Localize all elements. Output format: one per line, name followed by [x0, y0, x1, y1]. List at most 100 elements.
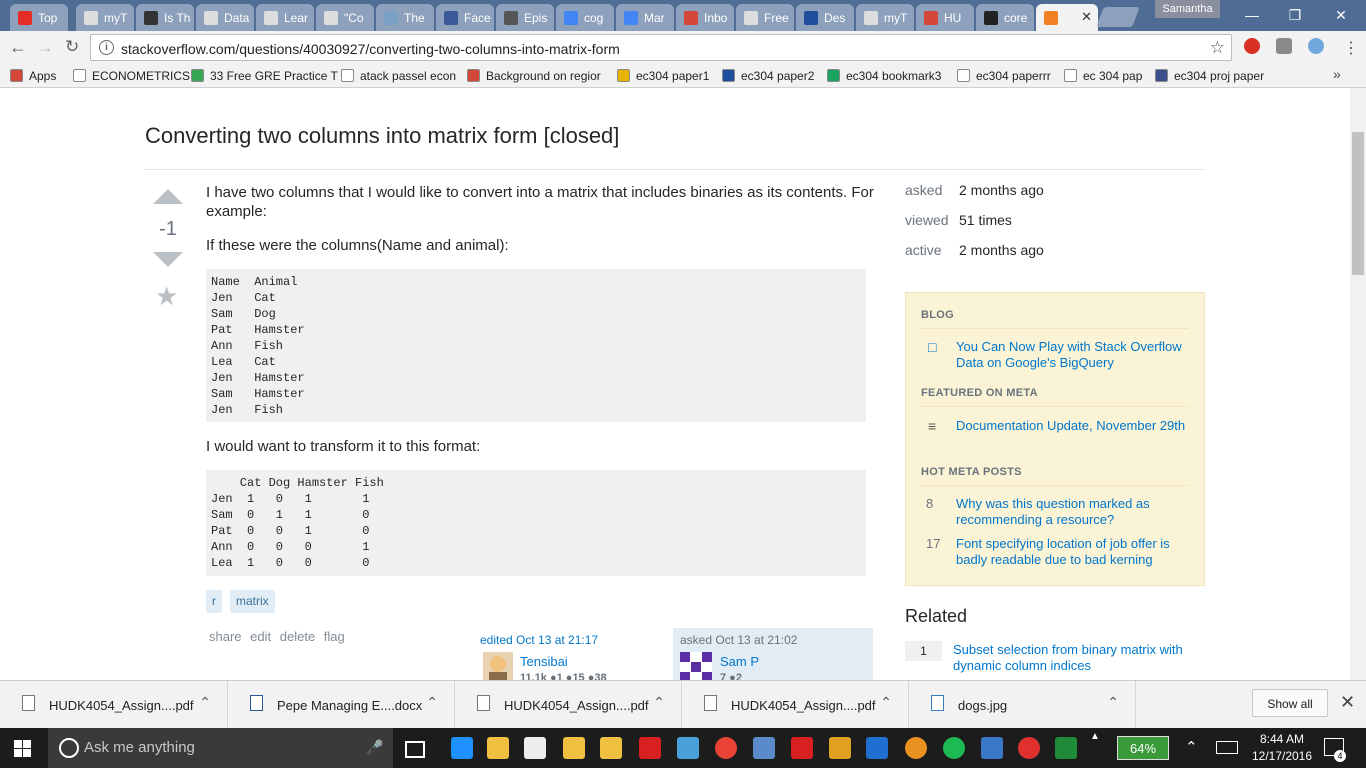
browser-tab[interactable]: Data — [196, 4, 254, 31]
share-link[interactable]: share — [209, 629, 242, 644]
browser-tab[interactable]: core — [976, 4, 1034, 31]
search-placeholder[interactable]: Ask me anything — [84, 739, 195, 756]
tray-overflow-icon[interactable]: ⌃ — [1185, 738, 1198, 756]
bookmark-item[interactable]: Apps — [10, 67, 56, 84]
browser-tab[interactable]: Face — [436, 4, 494, 31]
bookmark-item[interactable]: ECONOMETRICS — [73, 67, 190, 84]
browser-tab[interactable]: myT — [856, 4, 914, 31]
show-all-button[interactable]: Show all — [1252, 689, 1328, 717]
tag-r[interactable]: r — [206, 590, 222, 613]
scrollbar-thumb[interactable] — [1352, 132, 1364, 275]
profile-button[interactable]: Samantha — [1155, 0, 1220, 18]
maximize-button[interactable]: ❐ — [1272, 4, 1318, 26]
more-bookmarks-button[interactable]: » — [1333, 66, 1341, 82]
browser-tab[interactable]: cog — [556, 4, 614, 31]
app-icon[interactable] — [791, 737, 813, 759]
blog-link[interactable]: You Can Now Play with Stack Overflow Dat… — [956, 339, 1186, 371]
bookmark-item[interactable]: ec304 paperrr — [957, 67, 1051, 84]
spotify-icon[interactable] — [943, 737, 965, 759]
address-bar[interactable]: i stackoverflow.com/questions/40030927/c… — [90, 34, 1232, 61]
avatar[interactable] — [680, 652, 712, 680]
app-icon[interactable] — [866, 737, 888, 759]
edit-link[interactable]: edit — [250, 629, 271, 644]
chevron-up-icon[interactable]: ⌃ — [199, 694, 211, 711]
extension-icon[interactable] — [1308, 38, 1324, 54]
extension-icon[interactable] — [1244, 38, 1260, 54]
avatar[interactable] — [483, 652, 513, 680]
store-icon[interactable] — [524, 737, 546, 759]
browser-tab[interactable]: "Co — [316, 4, 374, 31]
app-icon[interactable] — [677, 737, 699, 759]
adobe-icon[interactable] — [639, 737, 661, 759]
excel-icon[interactable] — [1055, 737, 1077, 759]
download-item[interactable]: HUDK4054_Assign....pdf ⌃ — [455, 681, 682, 728]
related-link[interactable]: Subset selection from binary matrix with… — [953, 642, 1193, 674]
hot-post-link[interactable]: Font specifying location of job offer is… — [956, 536, 1186, 568]
bookmark-item[interactable]: ec304 paper1 — [617, 67, 709, 84]
flag-link[interactable]: flag — [324, 629, 345, 644]
browser-tab[interactable]: Is Th — [136, 4, 194, 31]
bookmark-item[interactable]: ec304 bookmark3 — [827, 67, 941, 84]
chevron-up-icon[interactable]: ⌃ — [880, 694, 892, 711]
delete-link[interactable]: delete — [280, 629, 315, 644]
taskbar-search[interactable]: Ask me anything 🎤 — [48, 728, 393, 768]
user-name[interactable]: Tensibai — [520, 654, 568, 669]
microphone-icon[interactable]: 🎤 — [366, 739, 383, 756]
bookmark-item[interactable]: ec304 proj paper — [1155, 67, 1264, 84]
favorite-star-icon[interactable]: ★ — [155, 281, 178, 312]
extension-icon[interactable] — [1276, 38, 1292, 54]
app-grid-icon[interactable] — [829, 737, 851, 759]
keyboard-icon[interactable] — [1216, 741, 1238, 754]
browser-tab[interactable]: Inbo — [676, 4, 734, 31]
browser-tab[interactable]: Des — [796, 4, 854, 31]
chevron-up-icon[interactable]: ⌃ — [1107, 694, 1119, 711]
bookmark-item[interactable]: atack passel econ — [341, 67, 456, 84]
bookmark-item[interactable]: 33 Free GRE Practice T — [191, 67, 338, 84]
featured-link[interactable]: Documentation Update, November 29th — [956, 418, 1186, 434]
address-url[interactable]: stackoverflow.com/questions/40030927/con… — [121, 41, 620, 57]
menu-kebab-icon[interactable]: ⋮ — [1343, 38, 1359, 58]
download-item[interactable]: Pepe Managing E....docx ⌃ — [228, 681, 455, 728]
upvote-button[interactable] — [153, 189, 183, 204]
windows-start-icon[interactable] — [14, 740, 32, 757]
bookmark-item[interactable]: ec 304 pap — [1064, 67, 1142, 84]
info-icon[interactable]: i — [99, 40, 114, 55]
edited-timestamp[interactable]: edited Oct 13 at 21:17 — [480, 633, 598, 647]
bookmark-star-icon[interactable]: ☆ — [1210, 38, 1225, 58]
task-view-icon[interactable] — [405, 741, 425, 758]
minimize-button[interactable]: — — [1229, 4, 1275, 26]
chevron-up-icon[interactable]: ⌃ — [426, 694, 438, 711]
app-icon[interactable] — [981, 737, 1003, 759]
mail-icon[interactable] — [1018, 737, 1040, 759]
download-item[interactable]: dogs.jpg ⌃ — [909, 681, 1136, 728]
browser-tab[interactable]: Top — [10, 4, 68, 31]
bookmark-item[interactable]: ec304 paper2 — [722, 67, 814, 84]
headphones-icon[interactable] — [905, 737, 927, 759]
edge-icon[interactable] — [451, 737, 473, 759]
folder-icon[interactable] — [600, 737, 622, 759]
downvote-button[interactable] — [153, 252, 183, 267]
chevron-up-icon[interactable]: ▲ — [1090, 731, 1100, 742]
browser-tab[interactable]: Lear — [256, 4, 314, 31]
browser-tab[interactable]: Mar — [616, 4, 674, 31]
download-item[interactable]: HUDK4054_Assign....pdf ⌃ — [0, 681, 228, 728]
user-name[interactable]: Sam P — [720, 654, 759, 669]
browser-tab[interactable]: Free — [736, 4, 794, 31]
close-icon[interactable]: ✕ — [1340, 692, 1355, 713]
tag-matrix[interactable]: matrix — [230, 590, 275, 613]
taskbar-clock[interactable]: 8:44 AM 12/17/2016 — [1247, 731, 1317, 765]
bookmark-item[interactable]: Background on regior — [467, 67, 601, 84]
battery-indicator[interactable]: 64% — [1117, 736, 1169, 760]
forward-button[interactable]: → — [36, 37, 54, 58]
browser-tab[interactable]: myT — [76, 4, 134, 31]
browser-tab[interactable]: Epis — [496, 4, 554, 31]
new-tab-button[interactable] — [1096, 7, 1140, 27]
app-icon[interactable] — [753, 737, 775, 759]
hot-post-link[interactable]: Why was this question marked as recommen… — [956, 496, 1186, 528]
chrome-icon[interactable] — [715, 737, 737, 759]
file-explorer-icon[interactable] — [487, 737, 509, 759]
chevron-up-icon[interactable]: ⌃ — [653, 694, 665, 711]
tab-close-icon[interactable]: ✕ — [1081, 9, 1092, 25]
reload-button[interactable]: ↻ — [65, 37, 79, 57]
browser-tab[interactable]: HU — [916, 4, 974, 31]
